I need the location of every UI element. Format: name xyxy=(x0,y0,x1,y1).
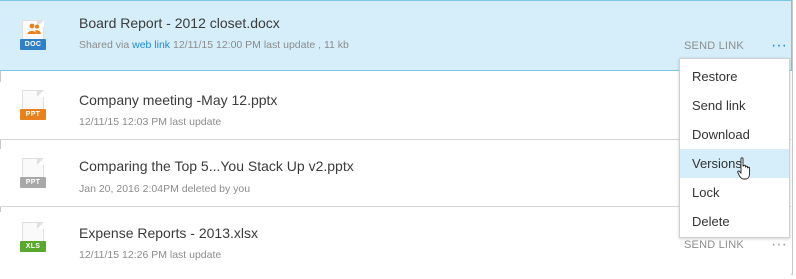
web-link[interactable]: web link xyxy=(132,39,170,51)
menu-item-restore[interactable]: Restore xyxy=(680,62,789,91)
file-name[interactable]: Company meeting -May 12.pptx xyxy=(79,92,277,108)
file-name[interactable]: Expense Reports - 2013.xlsx xyxy=(79,225,258,241)
file-type-badge: XLS xyxy=(20,241,46,252)
send-link-button[interactable]: SEND LINK xyxy=(684,40,744,52)
file-meta: 12/11/15 12:03 PM last update xyxy=(79,116,222,128)
file-name[interactable]: Board Report - 2012 closet.docx xyxy=(79,15,280,31)
file-type-badge: DOC xyxy=(20,39,46,50)
ppt-icon: PPT xyxy=(20,90,46,122)
menu-item-download[interactable]: Download xyxy=(680,120,789,149)
menu-item-versions[interactable]: Versions xyxy=(680,149,789,178)
file-row-comparing-top-5[interactable]: PPT Comparing the Top 5...You Stack Up v… xyxy=(0,149,791,207)
hand-cursor-icon xyxy=(737,157,750,180)
file-type-badge: PPT xyxy=(20,177,46,188)
menu-item-delete[interactable]: Delete xyxy=(680,207,789,236)
ppt-deleted-icon: PPT xyxy=(20,158,46,190)
file-context-menu: Restore Send link Download Versions Lock… xyxy=(679,58,790,238)
people-icon xyxy=(27,23,41,34)
xls-icon: XLS xyxy=(20,222,46,254)
file-row-company-meeting[interactable]: PPT Company meeting -May 12.pptx 12/11/1… xyxy=(0,82,791,140)
menu-item-lock[interactable]: Lock xyxy=(680,178,789,207)
more-options-icon[interactable]: ··· xyxy=(771,237,787,253)
file-meta: Shared via web link 12/11/15 12:00 PM la… xyxy=(79,39,349,51)
file-meta: 12/11/15 12:26 PM last update xyxy=(79,249,222,261)
file-row-board-report[interactable]: DOC Board Report - 2012 closet.docx Shar… xyxy=(0,0,792,71)
send-link-button[interactable]: SEND LINK xyxy=(684,239,744,251)
file-row-expense-reports[interactable]: XLS Expense Reports - 2013.xlsx 12/11/15… xyxy=(0,212,791,275)
file-name[interactable]: Comparing the Top 5...You Stack Up v2.pp… xyxy=(79,158,354,174)
file-meta: Jan 20, 2016 2:04PM deleted by you xyxy=(79,183,251,195)
doc-shared-icon: DOC xyxy=(20,20,46,52)
menu-item-send-link[interactable]: Send link xyxy=(680,91,789,120)
file-type-badge: PPT xyxy=(20,109,46,120)
more-options-icon[interactable]: ··· xyxy=(771,38,787,54)
